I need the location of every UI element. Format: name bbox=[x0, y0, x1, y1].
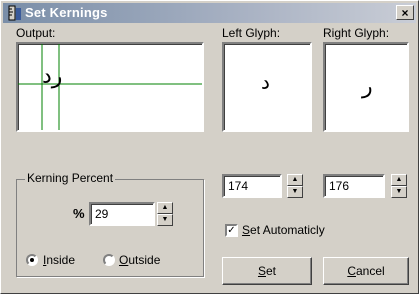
cancel-accel: C bbox=[347, 264, 356, 278]
kerning-percent-label: Kerning Percent bbox=[25, 171, 116, 185]
left-glyph-down-button[interactable]: ▼ bbox=[287, 186, 303, 198]
set-rest: et bbox=[266, 264, 277, 278]
check-icon: ✓ bbox=[227, 225, 236, 236]
set-automatically-label[interactable]: Set Automaticly bbox=[242, 223, 325, 237]
set-automatically-rest: et Automaticly bbox=[250, 223, 325, 237]
outside-rest: utside bbox=[128, 253, 161, 267]
set-automatically-accel: S bbox=[242, 223, 251, 237]
percent-symbol: % bbox=[73, 206, 85, 221]
set-kernings-dialog: Set Kernings × Output: رد Left Glyph: د … bbox=[0, 0, 419, 294]
left-glyph-preview: د bbox=[222, 42, 312, 132]
output-glyph-pair: رد bbox=[42, 64, 63, 89]
output-label: Output: bbox=[16, 26, 56, 40]
outside-radio-label[interactable]: Outside bbox=[119, 253, 160, 267]
outside-radio[interactable] bbox=[103, 254, 115, 266]
left-glyph-code-input[interactable]: 174 bbox=[222, 174, 282, 198]
kerning-down-button[interactable]: ▼ bbox=[157, 214, 173, 226]
right-glyph-spinner: ▲ ▼ bbox=[391, 174, 407, 198]
right-glyph-code-input[interactable]: 176 bbox=[323, 174, 385, 198]
right-glyph-char: ر bbox=[362, 74, 373, 99]
ruler-icon bbox=[8, 5, 21, 21]
left-glyph-up-button[interactable]: ▲ bbox=[287, 174, 303, 186]
right-glyph-up-button[interactable]: ▲ bbox=[391, 174, 407, 186]
right-glyph-down-button[interactable]: ▼ bbox=[391, 186, 407, 198]
left-glyph-label: Left Glyph: bbox=[222, 26, 281, 40]
inside-radio-label[interactable]: Inside bbox=[43, 253, 75, 267]
set-button[interactable]: Set bbox=[222, 257, 312, 285]
title-bar[interactable]: Set Kernings × bbox=[3, 3, 416, 23]
kerning-percent-input[interactable]: 29 bbox=[89, 202, 155, 226]
right-glyph-label: Right Glyph: bbox=[323, 26, 390, 40]
left-glyph-char: د bbox=[261, 70, 270, 94]
cancel-button[interactable]: Cancel bbox=[323, 257, 409, 285]
inside-rest: nside bbox=[46, 253, 76, 267]
cancel-rest: ancel bbox=[355, 264, 385, 278]
close-button[interactable]: × bbox=[396, 5, 414, 20]
output-preview: رد bbox=[16, 42, 204, 132]
outside-accel: O bbox=[119, 253, 129, 267]
kerning-percent-spinner: ▲ ▼ bbox=[157, 202, 173, 226]
kerning-up-button[interactable]: ▲ bbox=[157, 202, 173, 214]
window-title: Set Kernings bbox=[25, 5, 108, 20]
set-automatically-checkbox[interactable]: ✓ bbox=[225, 224, 238, 237]
left-glyph-spinner: ▲ ▼ bbox=[287, 174, 303, 198]
radio-selected-dot bbox=[30, 258, 34, 262]
set-accel: S bbox=[257, 264, 266, 278]
right-glyph-preview: ر bbox=[323, 42, 409, 132]
inside-radio[interactable] bbox=[26, 254, 38, 266]
